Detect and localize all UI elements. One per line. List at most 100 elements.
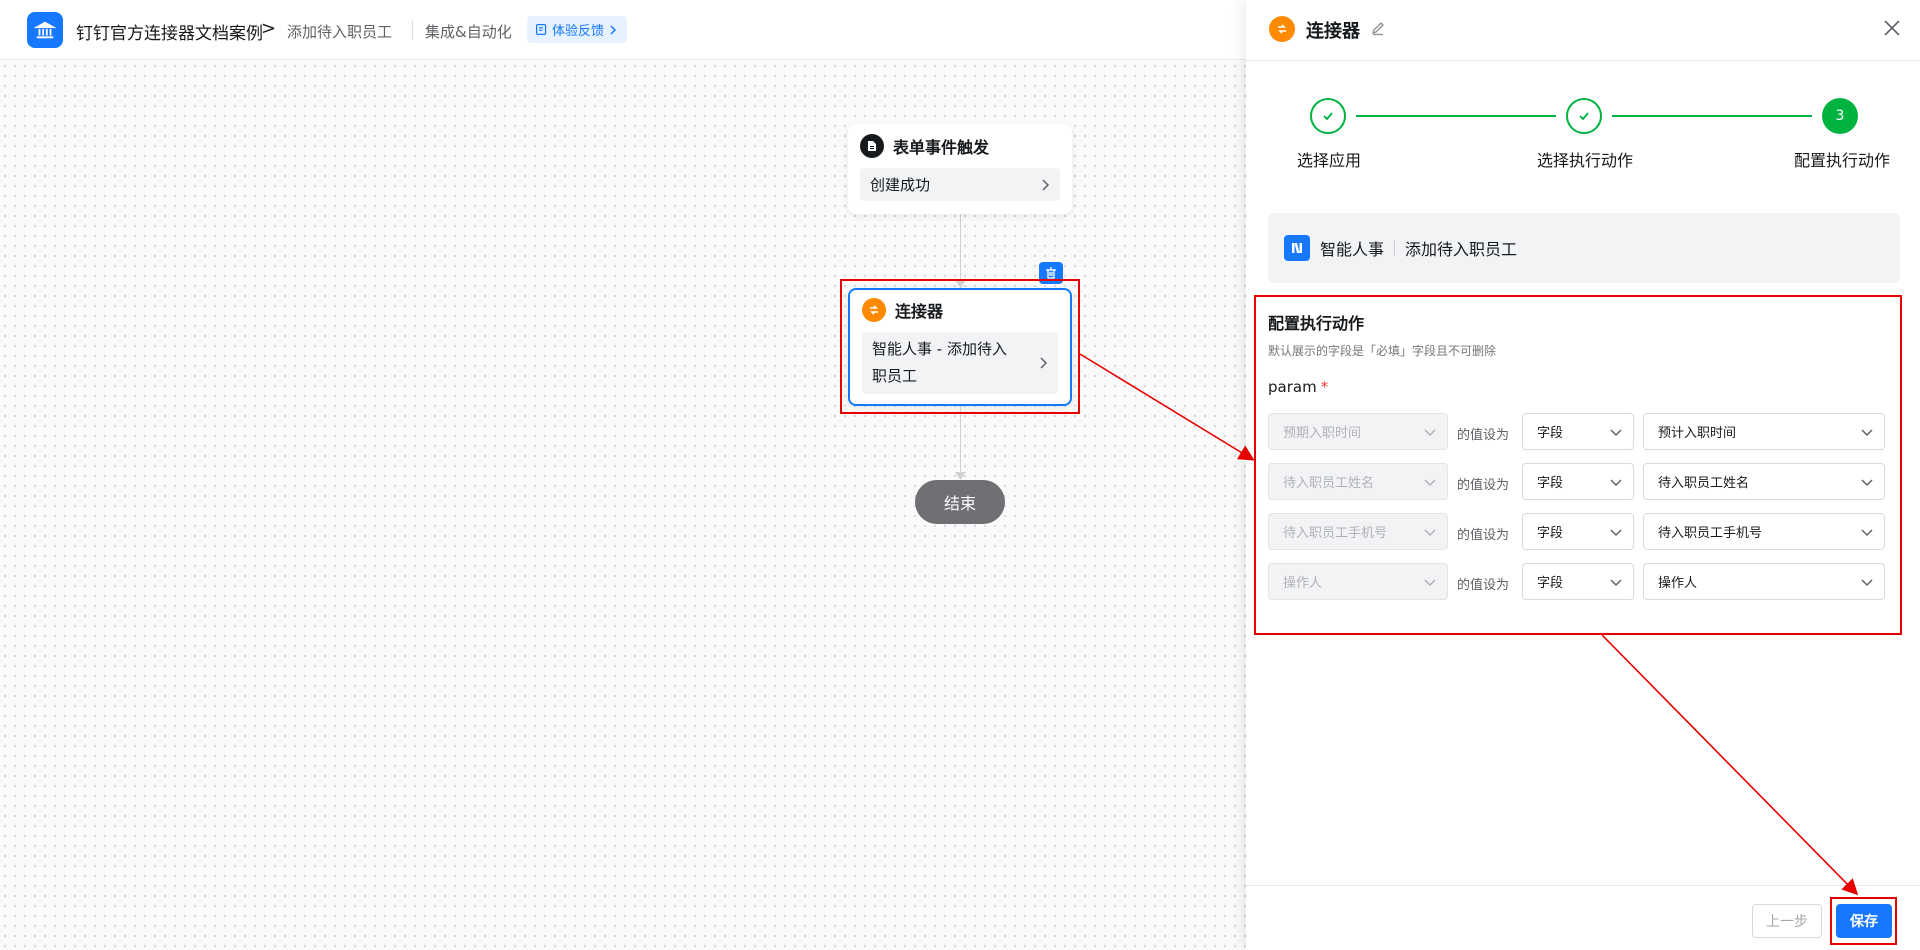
set-value-label: 的值设为 [1457,478,1510,493]
drawer-footer: 上一步 保存 [1246,885,1920,950]
selected-app-bar: 智能人事 添加待入职员工 [1268,213,1900,283]
selected-app-name: 智能人事 [1320,240,1385,259]
trigger-node-event[interactable]: 创建成功 [860,168,1060,201]
target-field-select: 操作人 [1268,563,1448,600]
value-type-value: 字段 [1537,526,1564,541]
source-field-value: 待入职员工手机号 [1658,526,1763,541]
flow-edge [960,214,961,288]
mapping-row: 操作人 的值设为 字段 操作人 [1268,563,1888,601]
drawer-header: 连接器 [1246,0,1920,61]
value-type-value: 字段 [1537,426,1564,441]
selected-action-name: 添加待入职员工 [1405,240,1518,259]
source-field-select[interactable]: 操作人 [1643,563,1885,600]
set-value-label: 的值设为 [1457,578,1510,593]
target-field-select: 预期入职时间 [1268,413,1448,450]
source-field-select[interactable]: 预计入职时间 [1643,413,1885,450]
step-1-label: 选择应用 [1297,151,1362,170]
chevron-right-icon [1040,357,1048,369]
previous-step-button[interactable]: 上一步 [1752,904,1822,938]
chevron-down-icon [1610,579,1622,587]
connector-icon [862,298,886,322]
config-section-description: 默认展示的字段是「必填」字段且不可删除 [1268,344,1497,358]
step-3-label: 配置执行动作 [1794,151,1891,170]
mapping-row: 待入职员工姓名 的值设为 字段 待入职员工姓名 [1268,463,1888,501]
step-3-number: 3 [1835,108,1845,124]
chevron-down-icon [1424,479,1436,487]
connector-config-drawer: 连接器 3 选择应用 选择执行动作 配置执行动作 智能人事 添加待入职员工 配置… [1246,0,1920,950]
smart-hr-app-icon [1284,235,1310,261]
breadcrumb-section[interactable]: 集成&自动化 [425,21,512,42]
set-value-label: 的值设为 [1457,528,1510,543]
value-type-select[interactable]: 字段 [1522,513,1634,550]
bank-icon[interactable] [27,12,63,48]
source-field-select[interactable]: 待入职员工姓名 [1643,463,1885,500]
save-button[interactable]: 保存 [1836,904,1892,938]
set-value-label: 的值设为 [1457,428,1510,443]
config-section-title: 配置执行动作 [1268,314,1365,333]
check-icon [1579,112,1589,121]
app-title[interactable]: 钉钉官方连接器文档案例 [76,19,263,44]
chevron-down-icon [1424,529,1436,537]
chevron-down-icon [1424,429,1436,437]
app-bar-divider [1394,240,1396,256]
step-2-label: 选择执行动作 [1537,151,1634,170]
connector-node[interactable]: 连接器 智能人事 - 添加待入职员工 [848,288,1072,406]
end-node[interactable]: 结束 [915,480,1005,524]
drawer-title: 连接器 [1306,21,1360,42]
chevron-down-icon [1861,479,1873,487]
trigger-node-title: 表单事件触发 [893,138,990,157]
source-field-value: 预计入职时间 [1658,426,1737,441]
value-type-select[interactable]: 字段 [1522,463,1634,500]
trigger-node-event-label: 创建成功 [870,176,931,194]
source-field-select[interactable]: 待入职员工手机号 [1643,513,1885,550]
target-field-value: 预期入职时间 [1283,426,1362,441]
target-field-value: 待入职员工姓名 [1283,476,1375,491]
chevron-down-icon [1610,479,1622,487]
param-label-text: param [1268,378,1317,396]
step-connector-line [1356,115,1556,117]
breadcrumb-page-name[interactable]: 添加待入职员工 [287,21,392,42]
feedback-icon [536,24,547,35]
trash-icon [1046,267,1056,279]
delete-node-button[interactable] [1039,262,1063,284]
header-divider [412,20,413,40]
form-icon [860,134,884,158]
step-2-complete [1566,98,1602,134]
breadcrumb-separator: > [261,18,277,39]
close-icon[interactable] [1882,18,1902,38]
chevron-right-icon [1042,178,1050,191]
param-label: param * [1268,378,1328,396]
target-field-select: 待入职员工姓名 [1268,463,1448,500]
feedback-button[interactable]: 体验反馈 [527,16,628,43]
source-field-value: 待入职员工姓名 [1658,476,1750,491]
target-field-value: 操作人 [1283,576,1323,591]
edit-icon[interactable] [1370,20,1386,36]
mapping-row: 待入职员工手机号 的值设为 字段 待入职员工手机号 [1268,513,1888,551]
end-node-label: 结束 [943,494,976,513]
chevron-down-icon [1424,579,1436,587]
chevron-down-icon [1861,529,1873,537]
chevron-down-icon [1861,429,1873,437]
value-type-select[interactable]: 字段 [1522,563,1634,600]
chevron-down-icon [1861,579,1873,587]
target-field-select: 待入职员工手机号 [1268,513,1448,550]
connector-node-action[interactable]: 智能人事 - 添加待入职员工 [862,332,1058,394]
trigger-node[interactable]: 表单事件触发 创建成功 [848,124,1072,214]
step-connector-line [1612,115,1812,117]
edge-arrow-icon [955,472,966,480]
mapping-row: 预期入职时间 的值设为 字段 预计入职时间 [1268,413,1888,451]
value-type-value: 字段 [1537,576,1564,591]
connector-node-title: 连接器 [895,302,944,321]
required-mark: * [1320,378,1329,396]
value-type-select[interactable]: 字段 [1522,413,1634,450]
chevron-down-icon [1610,429,1622,437]
chevron-right-icon [610,24,617,35]
value-type-value: 字段 [1537,476,1564,491]
check-icon [1323,112,1333,121]
flow-edge [960,406,961,474]
source-field-value: 操作人 [1658,576,1698,591]
feedback-label: 体验反馈 [552,24,605,39]
step-1-complete [1310,98,1346,134]
edge-arrow-icon [955,280,966,288]
step-3-active: 3 [1822,98,1858,134]
